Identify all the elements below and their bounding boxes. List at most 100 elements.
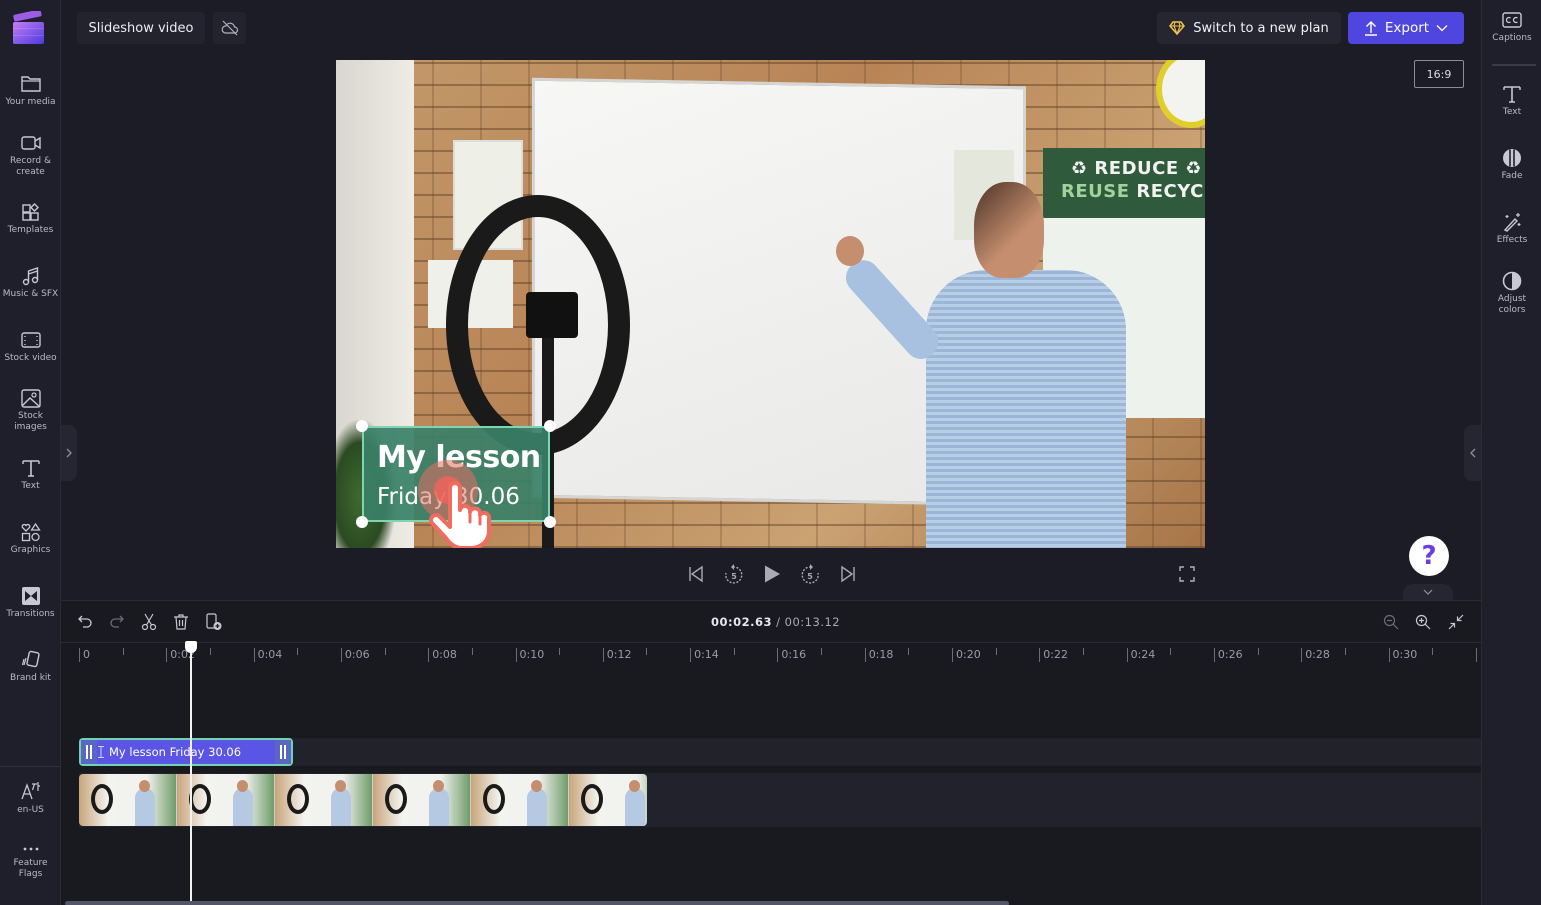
fit-timeline-button[interactable] [1445,611,1467,633]
music-icon [22,267,38,286]
ruler-minor-tick [122,648,124,655]
aspect-ratio-button[interactable]: 16:9 [1414,60,1464,88]
help-icon: ? [1421,541,1437,571]
video-clip[interactable] [79,774,647,826]
fullscreen-button[interactable] [1176,563,1198,585]
text-clip[interactable]: My lesson Friday 30.06 [79,738,293,766]
sidebar-item-feature-flags[interactable]: Feature Flags [0,843,61,880]
ruler-minor-tick [1257,648,1259,655]
svg-text:5: 5 [731,572,737,581]
right-item-label: Adjust [1497,294,1527,304]
teacher-hand [836,236,864,266]
sidebar-item-graphics[interactable]: Graphics [0,522,61,556]
ruler-minor-tick [646,648,648,655]
poster-line2a: REUSE [1061,181,1130,202]
undo-button[interactable] [74,611,96,633]
redo-icon [110,615,124,628]
sidebar-item-language[interactable]: en-US [0,780,61,816]
ruler-minor-tick [209,648,211,655]
cloud-sync-button[interactable] [213,12,246,44]
thumb-person [135,788,155,826]
export-button[interactable]: Export [1348,12,1464,44]
help-button[interactable]: ? [1409,536,1449,576]
clip-trim-handle-right[interactable] [275,740,291,764]
chevron-down-icon [1436,25,1448,32]
timeline-scrollbar[interactable] [65,901,1009,905]
captions-icon [1502,12,1522,28]
timecode: 00:02.63 / 00:13.12 [711,615,840,629]
ruler-major-tick [1301,648,1303,662]
playhead-handle[interactable] [185,641,197,653]
skip-to-end-button[interactable] [836,562,860,586]
rewind-5s-button[interactable]: 5 [722,562,746,586]
thumb-ring-light [91,784,113,814]
ruler-label: 0:30 [1392,648,1418,661]
magic-wand-icon [1503,213,1521,232]
sidebar-item-brand-kit[interactable]: Brand kit [0,650,61,684]
cloud-off-icon [221,20,238,36]
ruler-label: 0:24 [1130,648,1156,661]
expand-left-panel-button[interactable] [61,425,77,481]
right-sidebar: Captions Text Fade Effects Adjust colors [1481,0,1541,905]
sidebar-item-label: Stock [18,411,43,421]
skip-to-start-button[interactable] [684,562,708,586]
sidebar-item-label: Brand kit [10,673,51,683]
trash-icon [174,614,188,630]
skip-back-icon [689,565,703,583]
sidebar-item-templates[interactable]: Templates [0,202,61,236]
poster-title: ♻ REDUCE ♻ [1071,158,1203,179]
forward-5s-button[interactable]: 5 [798,562,822,586]
split-button[interactable] [138,611,160,633]
sidebar-item-label: Graphics [10,545,51,555]
chevron-left-icon [1469,448,1475,458]
zoom-out-button[interactable] [1380,611,1402,633]
collapse-help-button[interactable] [1403,584,1453,600]
resize-handle-bottom-left[interactable] [356,516,368,528]
resize-handle-bottom-right[interactable] [544,516,556,528]
chevron-down-icon [1423,589,1433,595]
sidebar-item-stock-images[interactable]: Stock images [0,388,61,433]
right-item-effects[interactable]: Effects [1482,212,1541,246]
sidebar-item-label: Templates [7,225,54,235]
video-thumbnail [79,774,177,826]
video-thumbnail [275,774,373,826]
zoom-in-button[interactable] [1412,611,1434,633]
aspect-ratio-label: 16:9 [1426,67,1452,81]
expand-right-panel-button[interactable] [1464,425,1481,481]
sidebar-item-your-media[interactable]: Your media [0,74,61,108]
phone [526,292,578,338]
sidebar-item-transitions[interactable]: Transitions [0,586,61,620]
ruler-minor-tick [1082,648,1084,655]
right-item-text[interactable]: Text [1482,84,1541,118]
right-item-captions[interactable]: Captions [1482,10,1541,44]
clip-trim-handle-left[interactable] [81,740,97,764]
delete-button[interactable] [170,611,192,633]
sidebar-item-stock-video[interactable]: Stock video [0,330,61,364]
sidebar-item-record-create[interactable]: Record & create [0,133,61,178]
total-time: 00:13.12 [784,615,841,629]
ruler-label: 0:26 [1217,648,1243,661]
video-preview[interactable]: ♻ REDUCE ♻ REUSE RECYCLE My lesson Frida… [336,60,1205,548]
resize-handle-top-right[interactable] [544,420,556,432]
project-title[interactable]: Slideshow video [77,12,205,44]
resize-handle-top-left[interactable] [356,420,368,432]
ruler-label: 0:14 [694,648,719,661]
ruler-label: 0:08 [432,648,457,661]
switch-plan-button[interactable]: Switch to a new plan [1157,12,1341,44]
ruler-minor-tick [1432,648,1434,655]
sidebar-item-text[interactable]: Text [0,458,61,492]
right-item-adjust-colors[interactable]: Adjust colors [1482,271,1541,316]
ruler-label: 0:20 [956,648,981,661]
app-logo-icon[interactable] [12,11,46,45]
sidebar-item-music-sfx[interactable]: Music & SFX [0,266,61,300]
teacher-body [926,270,1126,548]
play-button[interactable] [760,562,784,586]
duplicate-button[interactable] [203,611,225,633]
redo-button[interactable] [106,611,128,633]
right-item-fade[interactable]: Fade [1482,148,1541,182]
playhead[interactable] [190,643,192,905]
ruler-minor-tick [297,648,299,655]
project-title-text: Slideshow video [88,20,194,36]
film-icon [20,332,41,348]
timeline-ruler[interactable]: 0 0:02 0:04 0:06 0:08 0:10 0:12 0:14 0:16 0:18 0:2… [61,643,1481,669]
